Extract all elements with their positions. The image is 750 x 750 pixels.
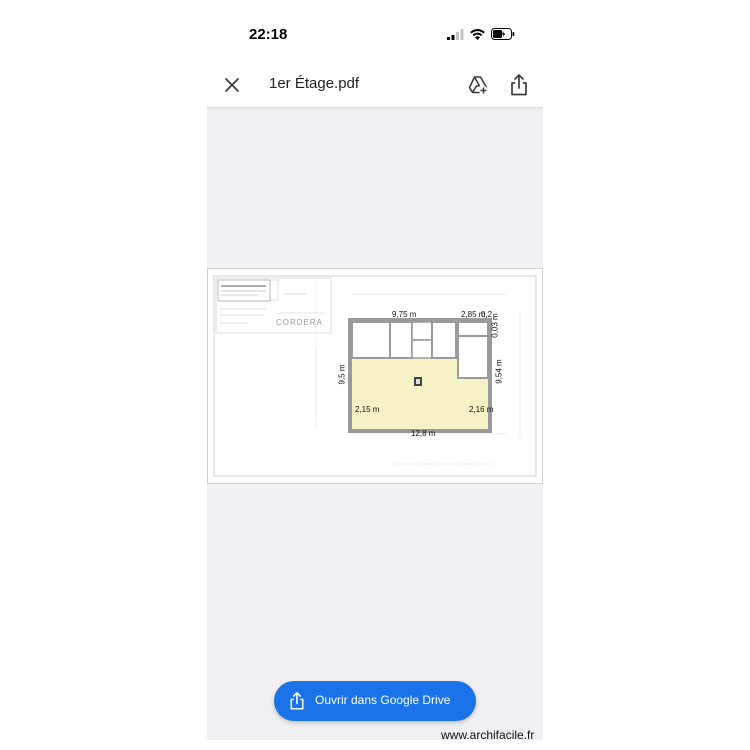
open-in-drive-button[interactable]: Ouvrir dans Google Drive — [274, 681, 476, 721]
dim-right-small: 0,03 m — [490, 313, 500, 338]
share-icon[interactable] — [508, 73, 530, 97]
battery-icon — [491, 28, 515, 40]
dim-inner-left: 2,15 m — [355, 405, 380, 414]
add-to-drive-icon[interactable] — [467, 74, 489, 96]
cellular-signal-icon — [447, 28, 464, 40]
dim-left: 9,5 m — [337, 364, 347, 385]
dim-top-left: 9,75 m — [392, 310, 417, 319]
titleblock-cordera: CORDERA — [276, 318, 323, 327]
wifi-icon — [470, 28, 485, 40]
status-time: 22:18 — [249, 26, 288, 43]
file-title: 1er Étage.pdf — [269, 75, 360, 92]
floor-plan: CORDERA — [213, 275, 537, 477]
app-header: 1er Étage.pdf — [207, 62, 543, 108]
watermark-text: www.archifacile.fr — [441, 728, 535, 742]
phone-screen: 22:18 1er Étage.pdf CORDERA 9,75 m 2,85 … — [207, 0, 543, 750]
dim-inner-right: 2,16 m — [469, 405, 494, 414]
status-icons — [447, 28, 515, 40]
dim-right: 9,54 m — [494, 359, 504, 384]
share-icon — [290, 692, 304, 710]
open-in-drive-label: Ouvrir dans Google Drive — [315, 693, 451, 707]
pdf-page[interactable]: CORDERA 9,75 m 2,85 m 0,2 9,5 m 9,54 m 0… — [207, 268, 543, 484]
pdf-viewer[interactable]: CORDERA 9,75 m 2,85 m 0,2 9,5 m 9,54 m 0… — [207, 110, 543, 740]
close-icon[interactable] — [221, 74, 243, 96]
dim-bottom: 12,8 m — [411, 429, 436, 438]
